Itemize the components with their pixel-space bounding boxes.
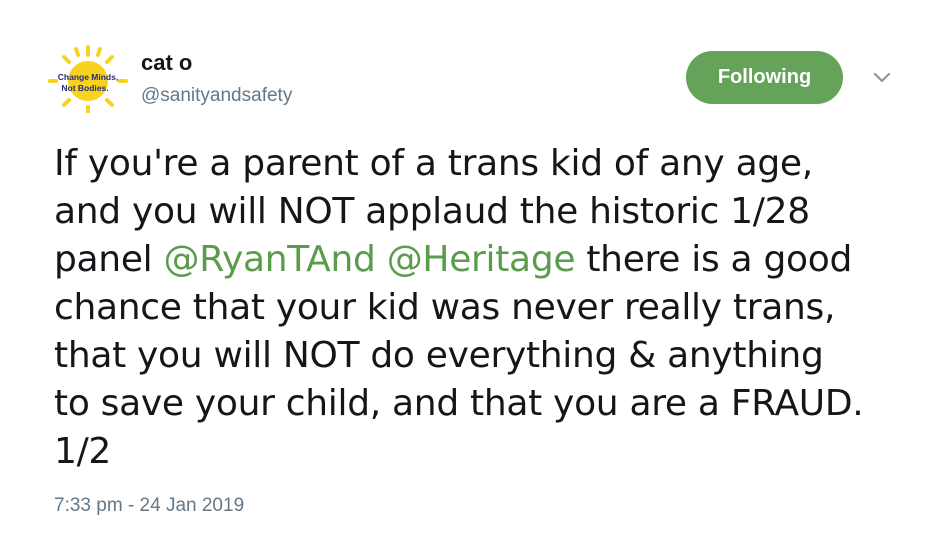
tweet-line: chance that your kid was never really tr…: [54, 287, 836, 328]
avatar-text-2: Not Bodies.: [61, 83, 108, 93]
tweet-line: and you will NOT applaud the historic 1/…: [54, 191, 810, 232]
avatar-text-1: Change Minds,: [58, 72, 118, 82]
tweet-card: Change Minds, Not Bodies. cat o @sanitya…: [0, 0, 946, 536]
display-name[interactable]: cat o: [141, 49, 192, 77]
tweet-text: If you're a parent of a trans kid of any…: [54, 140, 934, 476]
tweet-timestamp[interactable]: 7:33 pm - 24 Jan 2019: [54, 494, 244, 518]
avatar[interactable]: Change Minds, Not Bodies.: [48, 43, 128, 113]
tweet-line: 1/2: [54, 431, 112, 472]
tweet-text-segment: panel: [54, 239, 164, 280]
mention-ryantand-link[interactable]: @RyanTAnd: [164, 239, 376, 280]
tweet-line: If you're a parent of a trans kid of any…: [54, 143, 813, 184]
tweet-text-segment: [376, 239, 387, 280]
tweet-text-segment: there is a good: [575, 239, 853, 280]
tweet-line: to save your child, and that you are a F…: [54, 383, 864, 424]
chevron-down-icon[interactable]: [870, 66, 894, 90]
user-handle[interactable]: @sanityandsafety: [141, 84, 292, 108]
tweet-line: panel @RyanTAnd @Heritage there is a goo…: [54, 236, 934, 284]
following-button[interactable]: Following: [686, 51, 843, 104]
tweet-line: that you will NOT do everything & anythi…: [54, 335, 824, 376]
mention-heritage-link[interactable]: @Heritage: [387, 239, 576, 280]
